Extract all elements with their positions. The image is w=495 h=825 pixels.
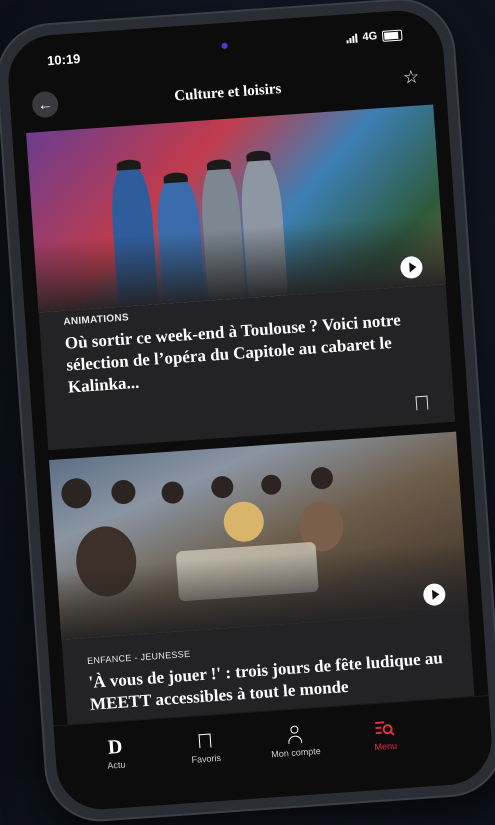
article-category: ENFANCE - JEUNESSE xyxy=(87,649,191,666)
network-label: 4G xyxy=(362,30,377,43)
star-icon: ☆ xyxy=(402,66,419,87)
battery-icon xyxy=(382,29,403,41)
tab-menu[interactable]: Menu xyxy=(344,713,426,754)
status-right: 4G xyxy=(346,28,402,44)
article-image xyxy=(26,104,446,312)
favorite-section-button[interactable]: ☆ xyxy=(402,66,420,88)
tab-favoris[interactable]: Favoris xyxy=(164,725,246,766)
signal-icon xyxy=(346,33,358,44)
bookmark-icon xyxy=(199,734,212,749)
person-icon xyxy=(286,725,303,744)
phone-frame: 10:19 4G ← Culture et loisirs ☆ xyxy=(0,0,495,825)
status-time: 10:19 xyxy=(47,51,81,68)
app-screen: 10:19 4G ← Culture et loisirs ☆ xyxy=(5,8,494,813)
article-card[interactable]: ANIMATIONS Où sortir ce week-end à Toulo… xyxy=(26,104,455,450)
bookmark-button[interactable] xyxy=(415,396,428,411)
article-image xyxy=(49,432,469,640)
tab-mon-compte[interactable]: Mon compte xyxy=(254,719,336,760)
menu-search-icon xyxy=(374,719,395,738)
camera-dot xyxy=(221,43,227,49)
tab-actu[interactable]: D Actu xyxy=(74,731,156,772)
article-category: ANIMATIONS xyxy=(63,312,129,328)
